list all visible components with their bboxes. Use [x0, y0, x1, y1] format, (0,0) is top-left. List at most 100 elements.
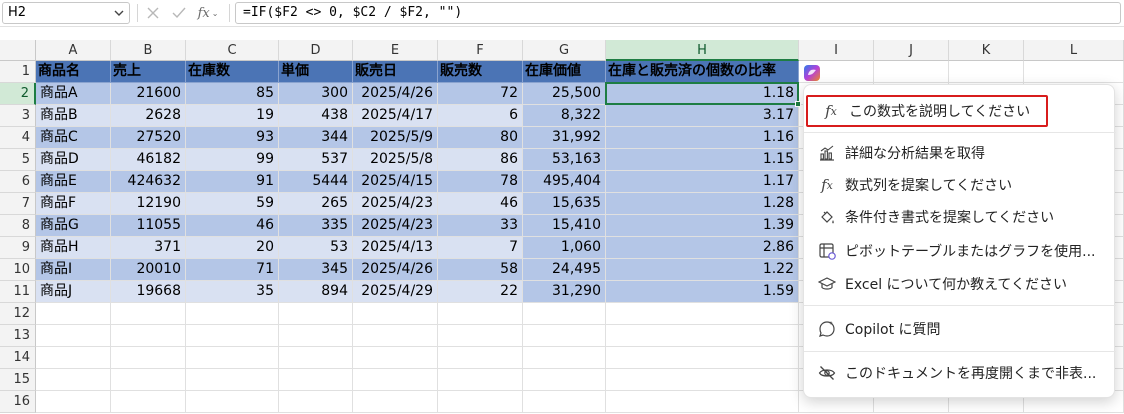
table-cell[interactable]: 20 [186, 237, 279, 259]
table-cell[interactable]: 25,500 [523, 83, 606, 105]
table-header-cell[interactable]: 商品名 [36, 61, 111, 83]
table-cell[interactable]: 22 [438, 281, 523, 303]
table-cell[interactable]: 商品H [36, 237, 111, 259]
table-cell[interactable]: 5444 [279, 171, 353, 193]
empty-cell[interactable] [111, 303, 186, 325]
table-cell[interactable]: 商品G [36, 215, 111, 237]
table-cell[interactable]: 345 [279, 259, 353, 281]
table-cell[interactable]: 20010 [111, 259, 186, 281]
table-cell[interactable]: 537 [279, 149, 353, 171]
empty-cell[interactable] [111, 369, 186, 391]
empty-cell[interactable] [36, 369, 111, 391]
row-header-13[interactable]: 13 [0, 325, 36, 347]
empty-cell[interactable] [279, 391, 353, 413]
empty-cell[interactable] [438, 347, 523, 369]
table-cell[interactable]: 2025/5/8 [353, 149, 438, 171]
table-header-cell[interactable]: 売上 [111, 61, 186, 83]
table-header-cell[interactable]: 単価 [279, 61, 353, 83]
column-header-h[interactable]: H [606, 40, 799, 61]
fill-handle[interactable] [795, 101, 801, 107]
cancel-icon[interactable] [143, 3, 163, 23]
table-cell[interactable]: 1.39 [606, 215, 799, 237]
table-cell[interactable]: 8,322 [523, 105, 606, 127]
empty-cell[interactable] [438, 391, 523, 413]
menu-item-explain-formula[interactable]: fx この数式を説明してください [806, 95, 1048, 127]
table-cell[interactable]: 1.17 [606, 171, 799, 193]
empty-cell[interactable] [353, 391, 438, 413]
empty-cell[interactable] [353, 347, 438, 369]
table-cell[interactable]: 7 [438, 237, 523, 259]
table-cell[interactable]: 6 [438, 105, 523, 127]
empty-cell[interactable] [111, 391, 186, 413]
empty-cell[interactable] [36, 325, 111, 347]
table-cell[interactable]: 商品I [36, 259, 111, 281]
empty-cell[interactable] [186, 369, 279, 391]
empty-cell[interactable] [606, 325, 799, 347]
table-cell[interactable]: 2025/5/9 [353, 127, 438, 149]
table-cell[interactable]: 2025/4/13 [353, 237, 438, 259]
menu-item-suggest-conditional-format[interactable]: 条件付き書式を提案してください [804, 201, 1116, 233]
empty-cell[interactable] [36, 303, 111, 325]
name-box[interactable]: H2 [2, 2, 130, 24]
table-cell[interactable]: 31,290 [523, 281, 606, 303]
empty-cell[interactable] [606, 369, 799, 391]
empty-cell[interactable] [279, 347, 353, 369]
menu-item-hide-until-reopen[interactable]: このドキュメントを再度開くまで非表... [804, 357, 1116, 389]
table-cell[interactable]: 2025/4/17 [353, 105, 438, 127]
insert-function-icon[interactable]: fx ⌄ [195, 3, 221, 23]
table-cell[interactable]: 53 [279, 237, 353, 259]
table-cell[interactable]: 商品A [36, 83, 111, 105]
table-cell[interactable]: 46 [438, 193, 523, 215]
empty-cell[interactable] [186, 347, 279, 369]
empty-cell[interactable] [523, 369, 606, 391]
formula-input[interactable]: =IF($F2 <> 0, $C2 / $F2, "") [235, 2, 1121, 24]
empty-cell[interactable] [438, 369, 523, 391]
table-cell[interactable]: 1.16 [606, 127, 799, 149]
table-header-cell[interactable]: 販売日 [353, 61, 438, 83]
table-header-cell[interactable]: 販売数 [438, 61, 523, 83]
table-cell[interactable]: 2025/4/15 [353, 171, 438, 193]
empty-cell[interactable] [523, 325, 606, 347]
table-cell[interactable]: 86 [438, 149, 523, 171]
table-cell[interactable]: 19668 [111, 281, 186, 303]
table-cell[interactable]: 2025/4/26 [353, 259, 438, 281]
empty-cell[interactable] [279, 325, 353, 347]
empty-cell[interactable] [606, 347, 799, 369]
table-cell[interactable]: 91 [186, 171, 279, 193]
table-cell[interactable]: 2025/4/29 [353, 281, 438, 303]
row-header-11[interactable]: 11 [0, 281, 36, 303]
table-header-cell[interactable]: 在庫数 [186, 61, 279, 83]
table-cell[interactable]: 商品E [36, 171, 111, 193]
empty-cell[interactable] [353, 369, 438, 391]
table-header-cell[interactable]: 在庫と販売済の個数の比率 [606, 61, 799, 83]
empty-cell[interactable] [36, 347, 111, 369]
table-cell[interactable]: 3.17 [606, 105, 799, 127]
table-cell[interactable]: 72 [438, 83, 523, 105]
copilot-icon[interactable] [801, 63, 823, 83]
empty-cell[interactable] [186, 325, 279, 347]
row-header-15[interactable]: 15 [0, 369, 36, 391]
empty-cell[interactable] [606, 303, 799, 325]
column-header-e[interactable]: E [353, 40, 438, 61]
enter-check-icon[interactable] [169, 3, 189, 23]
table-cell[interactable]: 85 [186, 83, 279, 105]
table-cell[interactable]: 99 [186, 149, 279, 171]
table-cell[interactable]: 1.22 [606, 259, 799, 281]
row-header-4[interactable]: 4 [0, 127, 36, 149]
table-cell[interactable]: 2.86 [606, 237, 799, 259]
row-header-16[interactable]: 16 [0, 391, 36, 413]
empty-cell[interactable] [1024, 61, 1124, 83]
empty-cell[interactable] [353, 303, 438, 325]
table-cell[interactable]: 2025/4/23 [353, 215, 438, 237]
table-cell[interactable]: 2025/4/26 [353, 83, 438, 105]
empty-cell[interactable] [438, 325, 523, 347]
row-header-8[interactable]: 8 [0, 215, 36, 237]
table-cell[interactable]: 58 [438, 259, 523, 281]
column-header-b[interactable]: B [111, 40, 186, 61]
menu-item-pivot-table-or-chart[interactable]: ピボットテーブルまたはグラフを使用... [804, 235, 1116, 267]
row-header-12[interactable]: 12 [0, 303, 36, 325]
table-cell[interactable]: 2025/4/23 [353, 193, 438, 215]
menu-item-suggest-formula-column[interactable]: fx 数式列を提案してください [804, 169, 1116, 201]
row-header-9[interactable]: 9 [0, 237, 36, 259]
table-cell[interactable]: 71 [186, 259, 279, 281]
